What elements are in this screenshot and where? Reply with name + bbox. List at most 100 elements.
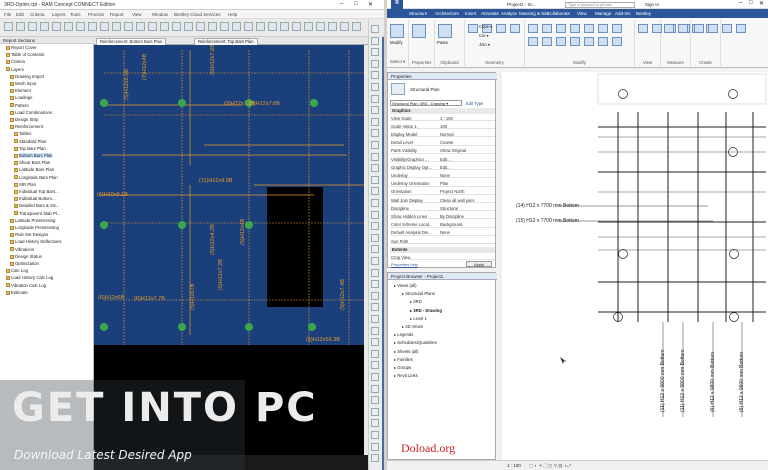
tool-icon[interactable] xyxy=(371,106,379,115)
extents-section[interactable]: Extents xyxy=(390,247,495,253)
tool-icon[interactable] xyxy=(371,373,379,381)
property-value[interactable]: By Discipline xyxy=(440,214,464,219)
property-value[interactable]: None xyxy=(440,230,450,235)
plan-tab[interactable]: Reinforcement: Bottom Bars Plan xyxy=(96,38,167,45)
ribbon-tool-icon[interactable] xyxy=(412,24,426,38)
ribbon-tool-icon[interactable] xyxy=(496,24,506,33)
tool-icon[interactable] xyxy=(371,48,379,57)
ribbon-group-label[interactable]: Measure xyxy=(661,60,690,65)
property-row[interactable]: Crop View xyxy=(390,254,495,260)
tree-item[interactable]: Transparent Slab Pl... xyxy=(14,211,60,217)
browser-item[interactable]: ▸ Sheets (all) xyxy=(394,349,418,354)
properties-help-link[interactable]: Properties help xyxy=(391,262,418,267)
toolbar-button-icon[interactable] xyxy=(4,22,13,31)
toolbar-button-icon[interactable] xyxy=(88,22,97,31)
tool-icon[interactable] xyxy=(371,83,379,91)
property-value[interactable]: Background xyxy=(440,222,462,227)
tree-item[interactable]: Load Combinations xyxy=(10,110,52,116)
tree-item[interactable]: Design Strip xyxy=(10,117,38,123)
toolbar-button-icon[interactable] xyxy=(244,22,253,31)
property-value[interactable]: Edit... xyxy=(440,157,451,162)
property-row[interactable]: Graphic Display Opt... Edit... xyxy=(390,164,495,171)
tree-item[interactable]: Load History Deflections xyxy=(10,239,62,245)
tree-item[interactable]: Tables xyxy=(14,131,31,137)
browser-item[interactable]: ▸ Structural Plans xyxy=(402,291,435,296)
ribbon-tool-icon[interactable] xyxy=(542,37,552,46)
menu-item[interactable]: Report xyxy=(110,12,124,17)
maximize-icon[interactable]: □ xyxy=(749,0,753,6)
ribbon-tab[interactable]: Annotate xyxy=(481,11,499,16)
tree-item[interactable]: SIR Plan xyxy=(14,182,36,188)
browser-item[interactable]: ▸ Revit Links xyxy=(394,373,418,378)
toolbar-button-icon[interactable] xyxy=(172,22,181,31)
toolbar-button-icon[interactable] xyxy=(340,22,349,31)
ribbon-tool-icon[interactable] xyxy=(510,24,520,33)
toolbar-button-icon[interactable] xyxy=(352,22,361,31)
toolbar-button-icon[interactable] xyxy=(232,22,241,31)
menu-item[interactable]: Edit xyxy=(16,12,24,17)
view-scale[interactable]: 1 : 100 xyxy=(507,463,521,468)
tool-icon[interactable] xyxy=(371,222,379,231)
property-value[interactable]: None xyxy=(440,173,450,178)
toolbar-button-icon[interactable] xyxy=(292,22,301,31)
ribbon-tool-icon[interactable] xyxy=(612,24,622,33)
property-value[interactable]: Coarse xyxy=(440,140,454,145)
revit-logo-icon[interactable]: R xyxy=(391,0,403,9)
toolbar-button-icon[interactable] xyxy=(184,22,193,31)
close-icon[interactable]: ✕ xyxy=(368,1,373,8)
tool-icon[interactable] xyxy=(371,175,379,184)
ribbon-tab[interactable]: Analyze xyxy=(501,11,517,16)
toolbar-button-icon[interactable] xyxy=(316,22,325,31)
tool-icon[interactable] xyxy=(371,315,379,323)
sign-in-link[interactable]: Sign In xyxy=(645,2,659,7)
property-value[interactable]: Clean all wall joins xyxy=(440,198,474,203)
ribbon-group-label[interactable]: Select ▾ xyxy=(387,59,408,65)
drawing-view[interactable]: (14) H12 x 7700 mm Bottom (15) H12 x 7700… xyxy=(498,72,768,460)
toolbar-button-icon[interactable] xyxy=(280,22,289,31)
tool-icon[interactable] xyxy=(371,25,379,33)
tool-icon[interactable] xyxy=(371,117,379,126)
tree-item[interactable]: Criteria xyxy=(6,59,25,65)
browser-item[interactable]: ▸ Level 1 xyxy=(410,316,427,321)
property-row[interactable]: Display Model Normal xyxy=(390,131,495,138)
tool-icon[interactable] xyxy=(371,338,379,347)
ribbon-tab[interactable]: Add-Ins xyxy=(615,11,631,16)
tool-icon[interactable] xyxy=(371,280,379,289)
tree-item[interactable]: Calc Log xyxy=(6,268,28,274)
ribbon-tab[interactable]: Massing & Site xyxy=(519,11,549,16)
toolbar-button-icon[interactable] xyxy=(112,22,121,31)
toolbar-button-icon[interactable] xyxy=(196,22,205,31)
ribbon-tool-icon[interactable] xyxy=(390,24,404,38)
property-row[interactable]: Parts Visibility Show Original xyxy=(390,148,495,154)
menu-item[interactable]: Process xyxy=(88,12,104,17)
property-value[interactable]: Show Original xyxy=(440,148,466,153)
tool-icon[interactable] xyxy=(371,59,379,68)
ribbon-tool-icon[interactable] xyxy=(528,24,538,33)
tool-icon[interactable] xyxy=(371,36,379,45)
property-row[interactable]: Discipline Structural xyxy=(390,205,495,212)
ribbon-tab[interactable]: Insert xyxy=(465,11,476,16)
tree-item[interactable]: Latitude Bars Plan xyxy=(14,167,54,173)
ribbon-tool-icon[interactable] xyxy=(708,24,718,33)
toolbar-button-icon[interactable] xyxy=(136,22,145,31)
tool-icon[interactable] xyxy=(371,431,379,439)
menu-item[interactable]: Bentley Cloud Services xyxy=(174,12,221,17)
tool-icon[interactable] xyxy=(371,454,379,463)
ribbon-tab[interactable]: Architecture xyxy=(435,11,459,16)
tool-icon[interactable] xyxy=(371,129,379,138)
ribbon-tool-icon[interactable] xyxy=(556,24,566,33)
property-row[interactable]: Default Analysis Dis... None xyxy=(390,230,495,236)
tree-item[interactable]: Load History Calc Log xyxy=(6,275,53,281)
edit-type-button[interactable]: Edit Type xyxy=(466,101,483,106)
property-row[interactable]: Wall Join Display Clean all wall joins xyxy=(390,197,495,203)
view-controls-icons[interactable]: ▢ ◐ ☀ ⛶ ◰ ⚲ ▤ ◑ ⤢ xyxy=(529,463,571,469)
browser-item[interactable]: ▸ Families xyxy=(394,357,413,362)
close-icon[interactable]: ✕ xyxy=(759,0,764,7)
property-row[interactable]: Underlay None xyxy=(390,172,495,179)
ribbon-tool-icon[interactable] xyxy=(598,37,608,46)
toolbar-button-icon[interactable] xyxy=(16,22,25,31)
modify-button[interactable]: Modify xyxy=(390,40,403,45)
ribbon-tab[interactable]: Bentley xyxy=(636,11,651,16)
geometry-tool[interactable]: Join ▾ xyxy=(479,42,490,47)
minimize-icon[interactable]: – xyxy=(340,1,343,7)
